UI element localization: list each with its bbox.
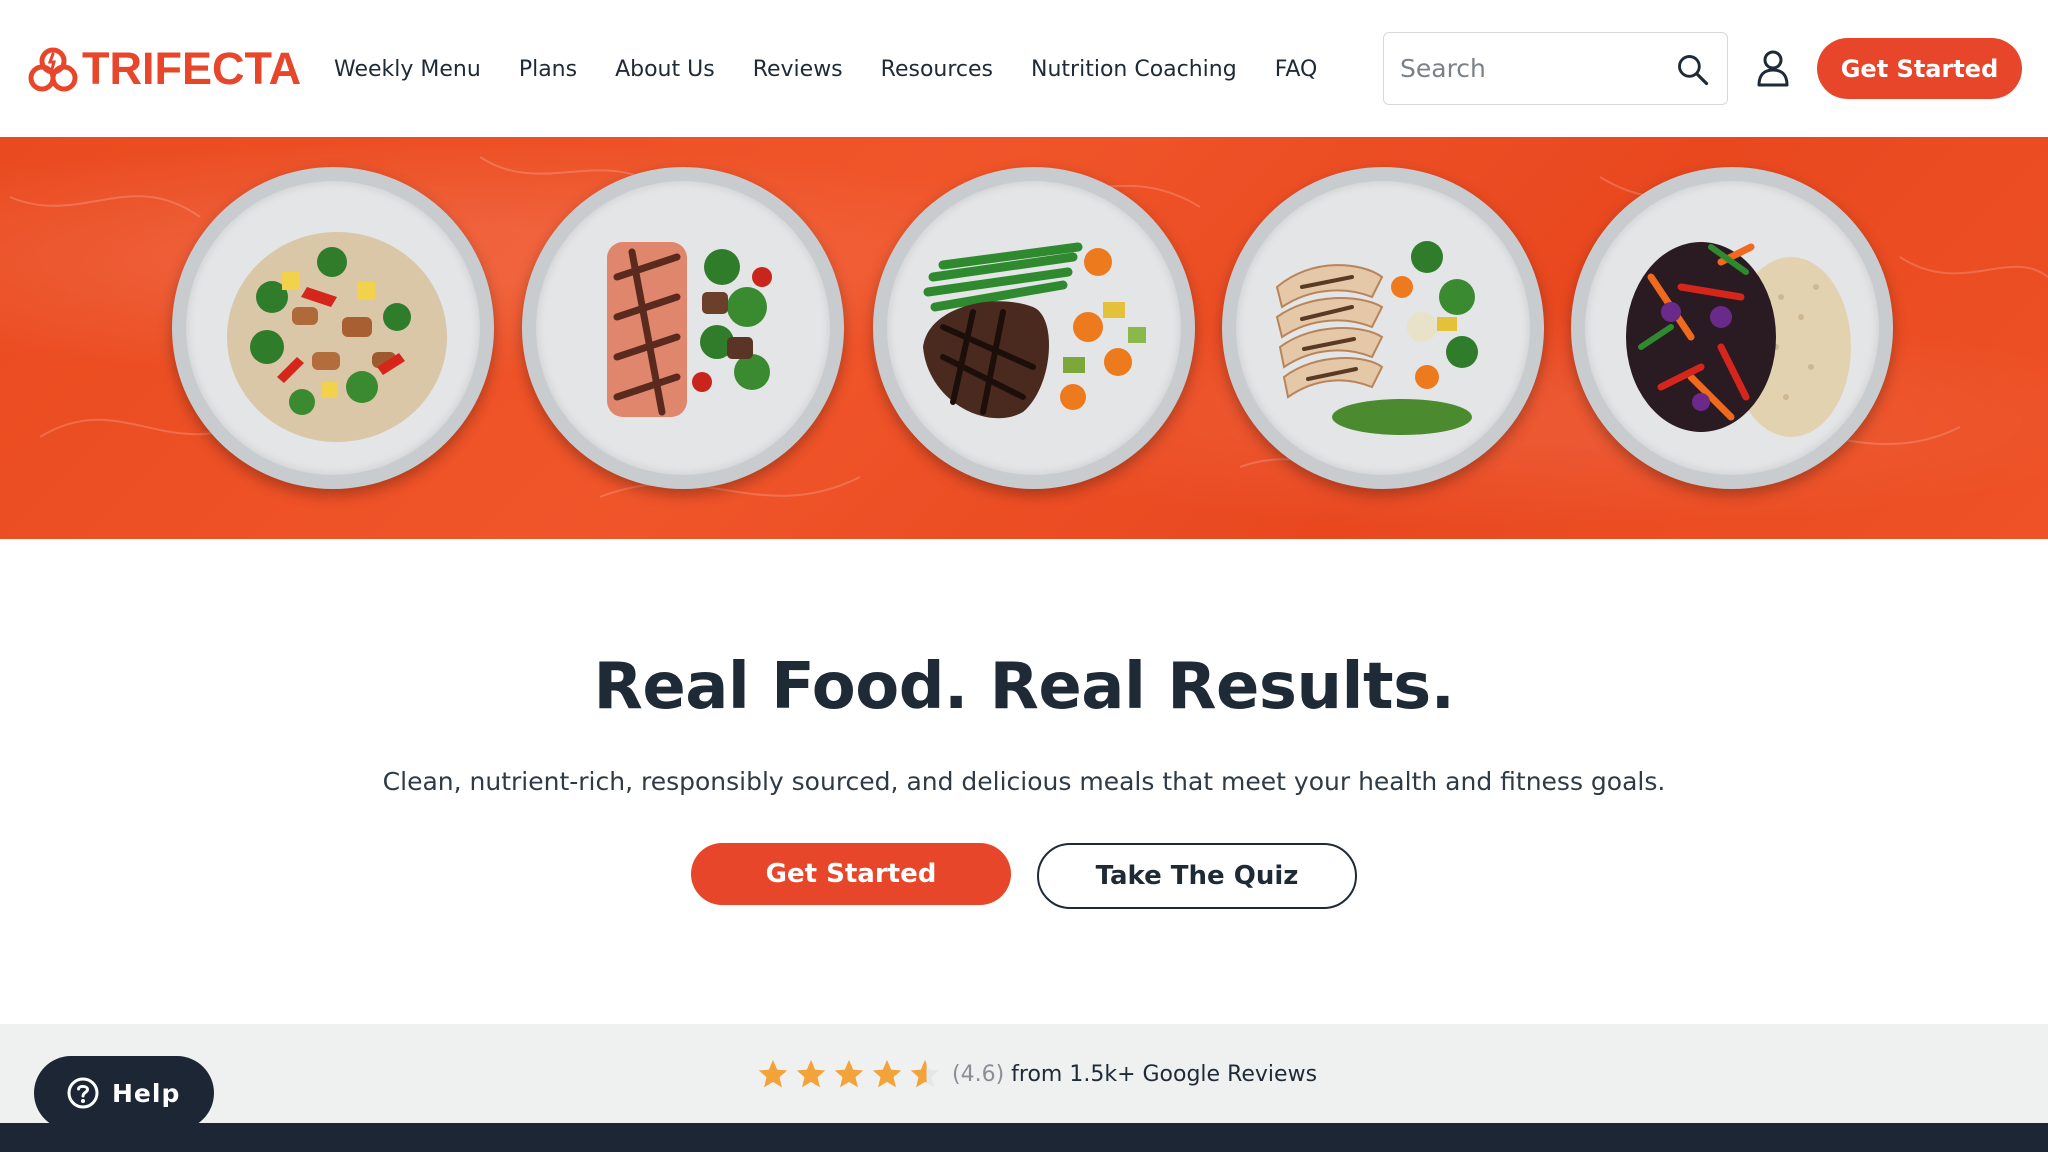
google-rating[interactable]: (4.6) from 1.5k+ Google Reviews <box>756 1054 1317 1094</box>
search-input[interactable] <box>1400 33 1660 103</box>
main-nav: Weekly Menu Plans About Us Reviews Resou… <box>334 50 1317 90</box>
meal-plate-4 <box>1222 167 1544 489</box>
search-box <box>1383 32 1728 105</box>
star-icon <box>796 1059 826 1088</box>
page-headline: Real Food. Real Results. <box>593 650 1455 724</box>
nav-plans[interactable]: Plans <box>519 50 577 90</box>
hero-banner <box>0 137 2048 539</box>
trifecta-logo[interactable]: TRIFECTA <box>26 42 301 96</box>
help-button[interactable]: Help <box>34 1056 214 1130</box>
footer-bar <box>0 1123 2048 1152</box>
star-rating <box>756 1057 942 1091</box>
meal-plate-1 <box>172 167 494 489</box>
take-the-quiz-button[interactable]: Take The Quiz <box>1037 843 1357 909</box>
meal-plate-5 <box>1571 167 1893 489</box>
meal-plate-3 <box>873 167 1195 489</box>
half-star-icon <box>910 1059 940 1088</box>
nav-faq[interactable]: FAQ <box>1275 50 1318 90</box>
cta-row: Get Started Take The Quiz <box>0 843 2048 909</box>
star-icon <box>834 1059 864 1088</box>
user-icon[interactable] <box>1753 48 1793 88</box>
nav-about-us[interactable]: About Us <box>615 50 715 90</box>
trifecta-logo-icon <box>28 47 78 92</box>
search-icon[interactable] <box>1673 50 1713 90</box>
nav-nutrition-coaching[interactable]: Nutrition Coaching <box>1031 50 1237 90</box>
nav-weekly-menu[interactable]: Weekly Menu <box>334 50 481 90</box>
nav-reviews[interactable]: Reviews <box>753 50 843 90</box>
star-icon <box>872 1059 902 1088</box>
logo-wordmark: TRIFECTA <box>82 43 302 94</box>
star-icon <box>758 1059 788 1088</box>
reviews-strip: (4.6) from 1.5k+ Google Reviews <box>0 1024 2048 1123</box>
page-subheadline: Clean, nutrient-rich, responsibly source… <box>382 767 1666 796</box>
get-started-button[interactable]: Get Started <box>691 843 1011 905</box>
site-header: TRIFECTA Weekly Menu Plans About Us Revi… <box>0 0 2048 137</box>
rating-value: (4.6) <box>952 1061 1005 1087</box>
help-label: Help <box>112 1078 181 1108</box>
header-get-started-button[interactable]: Get Started <box>1817 38 2022 99</box>
review-count-text: from 1.5k+ Google Reviews <box>1011 1061 1318 1087</box>
meal-plate-2 <box>522 167 844 489</box>
nav-resources[interactable]: Resources <box>881 50 993 90</box>
question-circle-icon <box>67 1077 99 1109</box>
